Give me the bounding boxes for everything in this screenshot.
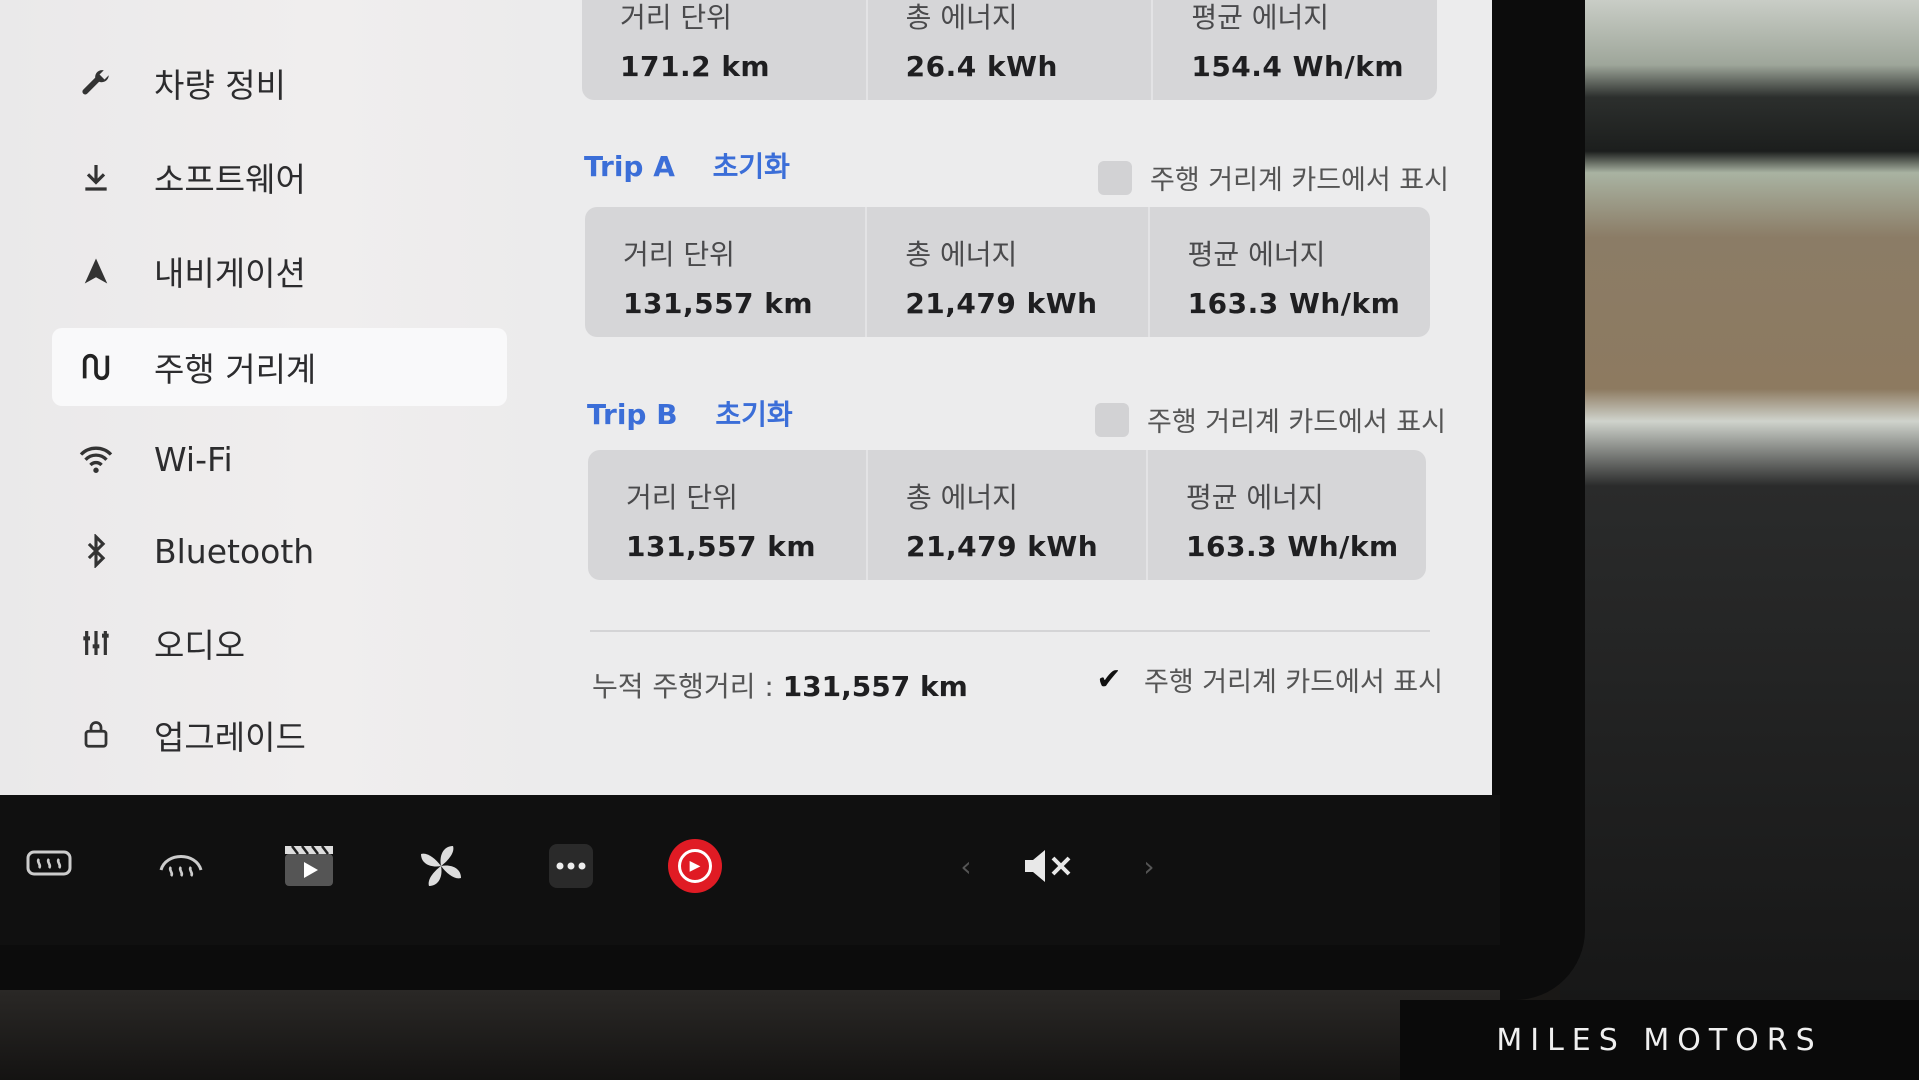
- distance-value: 171.2 km: [620, 50, 771, 83]
- mute-icon[interactable]: [1018, 835, 1080, 897]
- trip-a-card: 거리 단위 131,557 km 총 에너지 21,479 kWh 평균 에너지…: [585, 207, 1430, 337]
- more-apps-icon[interactable]: [540, 835, 602, 897]
- sidebar-item-label: 업그레이드: [154, 718, 306, 757]
- volume-down-icon[interactable]: ‹: [935, 835, 997, 897]
- sidebar-item-label: 오디오: [154, 626, 246, 665]
- fan-icon[interactable]: [410, 835, 472, 897]
- odometer-show-label: 주행 거리계 카드에서 표시: [1144, 667, 1443, 698]
- trip-b-title: Trip B: [587, 398, 678, 431]
- energy-value: 21,479 kWh: [906, 530, 1099, 563]
- sidebar-item-trips[interactable]: 주행 거리계: [52, 328, 507, 406]
- odometer-value: 131,557 km: [782, 670, 968, 703]
- bluetooth-icon: [72, 534, 120, 568]
- volume-up-icon[interactable]: ›: [1118, 835, 1180, 897]
- trip-b-show-toggle[interactable]: 주행 거리계 카드에서 표시: [1095, 400, 1446, 439]
- divider: [590, 630, 1430, 632]
- navigation-icon: [72, 256, 120, 286]
- distance-value: 131,557 km: [626, 530, 817, 563]
- sidebar-item-label: 주행 거리계: [154, 350, 317, 389]
- sidebar-item-software[interactable]: 소프트웨어: [52, 138, 507, 216]
- download-icon: [72, 160, 120, 194]
- avg-energy-value: 163.3 Wh/km: [1187, 287, 1401, 320]
- odometer-checkbox[interactable]: ✔: [1092, 662, 1126, 697]
- distance-label: 거리 단위: [620, 1, 732, 34]
- distance-label: 거리 단위: [623, 238, 735, 271]
- wifi-icon: [72, 444, 120, 474]
- dashcam-record-button[interactable]: ▶: [664, 835, 726, 897]
- avg-energy-cell: 평균 에너지 163.3 Wh/km: [1150, 207, 1430, 337]
- trip-icon: [72, 350, 120, 384]
- energy-value: 21,479 kWh: [905, 287, 1098, 320]
- touchscreen: 차량 정비 소프트웨어 내비게이션 주행 거리계 Wi-Fi Bluetooth…: [0, 0, 1492, 795]
- theater-icon[interactable]: [278, 835, 340, 897]
- front-defrost-icon[interactable]: [150, 835, 212, 897]
- distance-cell: 거리 단위 131,557 km: [585, 207, 868, 337]
- distance-cell: 거리 단위 171.2 km: [582, 0, 868, 100]
- trip-a-header: Trip A 초기화: [584, 145, 790, 185]
- trip-b-show-label: 주행 거리계 카드에서 표시: [1147, 407, 1446, 438]
- energy-value: 26.4 kWh: [905, 50, 1058, 83]
- trip-b-header: Trip B 초기화: [587, 393, 793, 433]
- sidebar-item-service[interactable]: 차량 정비: [52, 44, 507, 122]
- trip-a-show-label: 주행 거리계 카드에서 표시: [1150, 165, 1449, 196]
- background-interior: [1560, 0, 1919, 1080]
- energy-cell: 총 에너지 21,479 kWh: [867, 207, 1150, 337]
- sidebar-item-label: Bluetooth: [154, 531, 315, 571]
- wrench-icon: [72, 66, 120, 100]
- sidebar-item-bluetooth[interactable]: Bluetooth: [52, 512, 507, 590]
- sidebar-item-label: 차량 정비: [154, 66, 286, 105]
- trip-a-show-toggle[interactable]: 주행 거리계 카드에서 표시: [1098, 158, 1449, 197]
- avg-energy-value: 163.3 Wh/km: [1186, 530, 1399, 563]
- avg-energy-label: 평균 에너지: [1187, 238, 1326, 271]
- taskbar: ▶ ‹ ›: [0, 795, 1500, 945]
- trip-b-reset-link[interactable]: 초기화: [715, 398, 792, 431]
- energy-label: 총 에너지: [906, 481, 1018, 514]
- odometer-label: 누적 주행거리 :: [592, 670, 774, 703]
- distance-cell: 거리 단위 131,557 km: [588, 450, 868, 580]
- sidebar-item-label: 소프트웨어: [154, 160, 306, 199]
- sidebar-item-wifi[interactable]: Wi-Fi: [52, 420, 507, 498]
- trip-a-reset-link[interactable]: 초기화: [713, 150, 790, 183]
- energy-cell: 총 에너지 21,479 kWh: [868, 450, 1148, 580]
- sidebar-item-label: 내비게이션: [154, 254, 306, 293]
- trip-b-checkbox[interactable]: [1095, 402, 1129, 437]
- record-icon: ▶: [668, 839, 722, 893]
- equalizer-icon: [72, 627, 120, 659]
- play-icon: ▶: [678, 849, 712, 883]
- avg-energy-label: 평균 에너지: [1186, 481, 1324, 514]
- distance-label: 거리 단위: [626, 481, 738, 514]
- trip-a-title: Trip A: [584, 150, 675, 183]
- energy-label: 총 에너지: [905, 238, 1018, 271]
- dashboard-lower: [0, 990, 1500, 1080]
- energy-cell: 총 에너지 26.4 kWh: [868, 0, 1154, 100]
- odometer-show-toggle[interactable]: ✔ 주행 거리계 카드에서 표시: [1092, 660, 1443, 699]
- odometer-total: 누적 주행거리 : 131,557 km: [592, 665, 968, 705]
- trip-a-checkbox[interactable]: [1098, 160, 1132, 195]
- avg-energy-cell: 평균 에너지 154.4 Wh/km: [1153, 0, 1437, 100]
- sidebar-item-label: Wi-Fi: [154, 439, 233, 479]
- avg-energy-cell: 평균 에너지 163.3 Wh/km: [1148, 450, 1426, 580]
- avg-energy-value: 154.4 Wh/km: [1191, 50, 1404, 83]
- sidebar-item-navigation[interactable]: 내비게이션: [52, 232, 507, 310]
- shopping-bag-icon: [72, 719, 120, 751]
- sidebar-item-upgrades[interactable]: 업그레이드: [52, 696, 507, 774]
- energy-label: 총 에너지: [905, 1, 1018, 34]
- distance-value: 131,557 km: [623, 287, 814, 320]
- avg-energy-label: 평균 에너지: [1191, 1, 1330, 34]
- trip-b-card: 거리 단위 131,557 km 총 에너지 21,479 kWh 평균 에너지…: [588, 450, 1426, 580]
- settings-sidebar: 차량 정비 소프트웨어 내비게이션 주행 거리계 Wi-Fi Bluetooth…: [0, 0, 540, 795]
- sidebar-item-audio[interactable]: 오디오: [52, 604, 507, 682]
- since-charge-card: 거리 단위 171.2 km 총 에너지 26.4 kWh 평균 에너지 154…: [582, 0, 1437, 100]
- rear-defrost-icon[interactable]: [18, 835, 80, 897]
- watermark: MILES MOTORS: [1400, 1000, 1919, 1080]
